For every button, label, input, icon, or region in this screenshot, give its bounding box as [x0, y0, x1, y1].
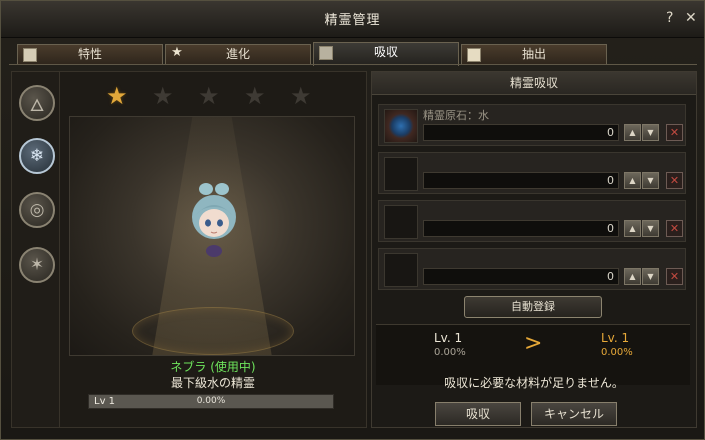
- remove-material-button[interactable]: ✕: [666, 268, 683, 285]
- absorb-panel-title: 精霊吸収: [372, 72, 696, 95]
- help-button[interactable]: ?: [666, 10, 673, 26]
- tab-extract-label: 抽出: [521, 47, 546, 61]
- qty-down-button[interactable]: ▼: [642, 220, 659, 237]
- fire-icon[interactable]: 🜂: [19, 85, 55, 121]
- tab-divider: [9, 64, 697, 65]
- qty-up-button[interactable]: ▲: [624, 172, 641, 189]
- remove-material-button[interactable]: ✕: [666, 124, 683, 141]
- spirit-ore-water-icon[interactable]: [384, 109, 418, 143]
- spirit-preview: [69, 116, 355, 356]
- empty-slot-icon[interactable]: [384, 253, 418, 287]
- qty-down-button[interactable]: ▼: [642, 124, 659, 141]
- star-icon: ★: [198, 82, 220, 110]
- wind-icon[interactable]: ◎: [19, 192, 55, 228]
- spirit-management-window: 精霊管理 ? ✕ 特性 ★ 進化 吸収 抽出 🜂 ❄ ◎ ✶ ★ ★ ★ ★ ★…: [0, 0, 705, 440]
- window-title: 精霊管理: [324, 13, 381, 28]
- next-level: Lv. 1: [601, 331, 630, 345]
- empty-slot-icon[interactable]: [384, 205, 418, 239]
- material-qty-field[interactable]: 0: [423, 220, 619, 237]
- water-spirit-figure: [192, 183, 236, 257]
- status-message: 吸収に必要な材料が足りません。: [444, 376, 624, 390]
- material-qty-field[interactable]: 0: [423, 172, 619, 189]
- star-icon: ★: [244, 82, 266, 110]
- cancel-button[interactable]: キャンセル: [531, 402, 617, 426]
- tab-traits[interactable]: 特性: [17, 44, 163, 64]
- material-qty-field[interactable]: 0: [423, 268, 619, 285]
- title-bar[interactable]: 精霊管理 ? ✕: [1, 1, 704, 38]
- tab-evolve-label: 進化: [225, 47, 250, 61]
- magic-circle: [132, 307, 294, 355]
- qty-up-button[interactable]: ▲: [624, 220, 641, 237]
- material-slot[interactable]: 0 ▲ ▼ ✕: [378, 200, 686, 242]
- spirit-description: 最下級水の精霊: [170, 376, 255, 390]
- absorb-panel: 精霊吸収 精霊原石：水 0 ▲ ▼ ✕ 0 ▲ ▼ ✕ 0 ▲ ▼ ✕ 0 ▲ …: [371, 71, 697, 428]
- star-icon: ★: [290, 82, 312, 110]
- tab-evolve[interactable]: ★ 進化: [165, 44, 311, 64]
- tab-absorb-label: 吸収: [373, 45, 398, 59]
- material-qty-field[interactable]: 0: [423, 124, 619, 141]
- water-icon[interactable]: ❄: [19, 138, 55, 174]
- material-slot[interactable]: 0 ▲ ▼ ✕: [378, 248, 686, 290]
- tab-extract[interactable]: 抽出: [461, 44, 607, 64]
- earth-icon[interactable]: ✶: [19, 247, 55, 283]
- spirit-exp-bar: Lv 1 0.00%: [88, 394, 334, 409]
- qty-down-button[interactable]: ▼: [642, 172, 659, 189]
- star-icon: ★: [106, 82, 128, 110]
- tab-absorb[interactable]: 吸収: [313, 42, 459, 66]
- current-exp-pct: 0.00%: [434, 347, 466, 358]
- star-icon: ★: [152, 82, 174, 110]
- qty-up-button[interactable]: ▲: [624, 268, 641, 285]
- qty-down-button[interactable]: ▼: [642, 268, 659, 285]
- tab-traits-label: 特性: [77, 47, 102, 61]
- material-name: 精霊原石：水: [423, 109, 489, 122]
- material-slot[interactable]: 精霊原石：水 0 ▲ ▼ ✕: [378, 104, 686, 146]
- chevron-right-icon: >: [524, 331, 543, 356]
- spirit-display-panel: ★ ★ ★ ★ ★ ネブラ (使用中) 最下級水の精霊 Lv 1 0.00%: [59, 71, 367, 428]
- empty-slot-icon[interactable]: [384, 157, 418, 191]
- absorb-icon: [319, 46, 333, 60]
- absorb-button[interactable]: 吸収: [435, 402, 521, 426]
- star-icon: ★: [171, 45, 183, 60]
- remove-material-button[interactable]: ✕: [666, 172, 683, 189]
- chart-arrow-icon: [23, 48, 37, 62]
- remove-material-button[interactable]: ✕: [666, 220, 683, 237]
- qty-up-button[interactable]: ▲: [624, 124, 641, 141]
- element-sidebar: 🜂 ❄ ◎ ✶: [11, 71, 61, 428]
- current-level: Lv. 1: [434, 331, 463, 345]
- material-slot[interactable]: 0 ▲ ▼ ✕: [378, 152, 686, 194]
- spirit-name: ネブラ (使用中): [170, 360, 256, 374]
- spirit-exp-pct: 0.00%: [196, 396, 226, 406]
- extract-icon: [467, 48, 481, 62]
- auto-register-button[interactable]: 自動登録: [464, 296, 602, 318]
- close-button[interactable]: ✕: [685, 10, 697, 26]
- next-exp-pct: 0.00%: [601, 347, 633, 358]
